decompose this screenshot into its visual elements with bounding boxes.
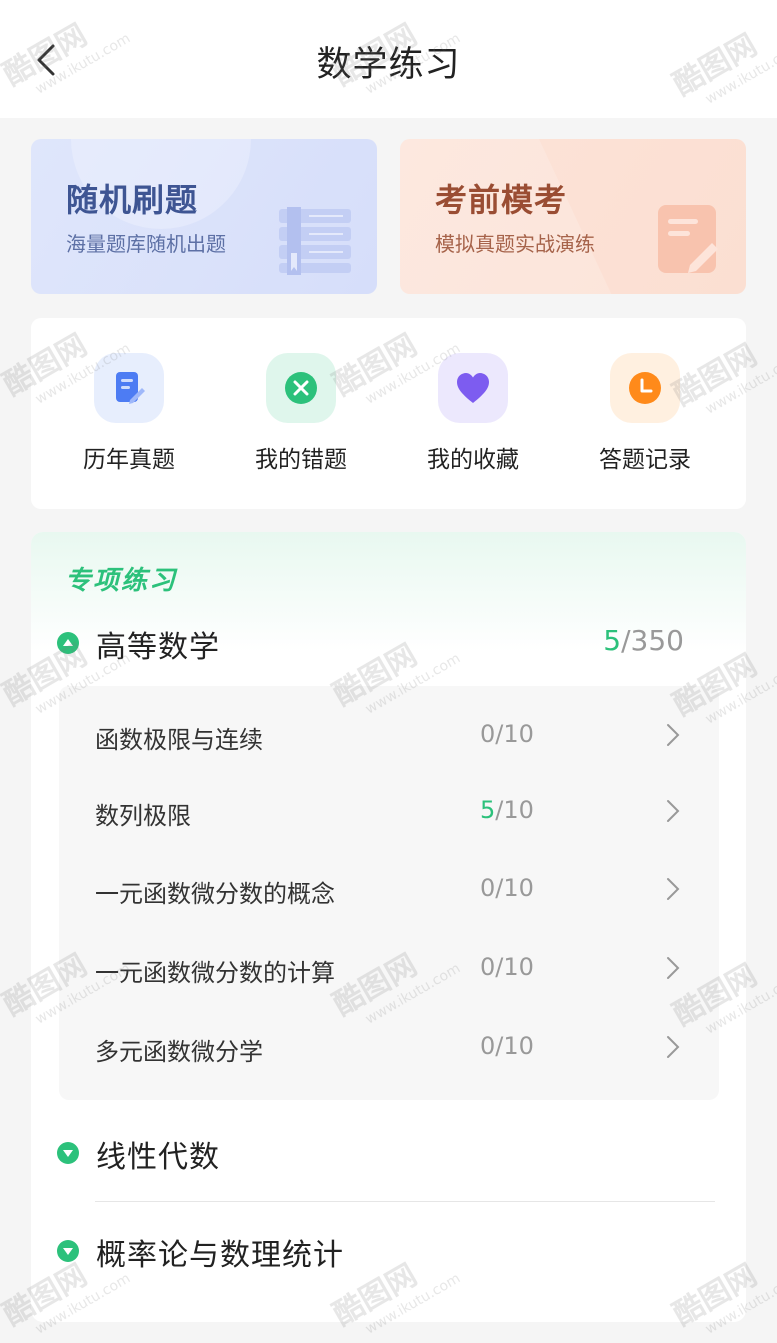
section-title: 专项练习 [65,566,178,596]
subtopic-progress: 0/10 [480,1032,534,1060]
chevron-right-icon [667,1036,680,1058]
subtopic-list: 函数极限与连续 0/10 数列极限 5/10 一元函数微分数的概念 0/10 一… [59,686,719,1100]
subtopic-name: 一元函数微分数的概念 [95,880,335,908]
subtopic-row[interactable]: 一元函数微分数的概念 0/10 [59,850,719,928]
subtopic-name: 函数极限与连续 [95,726,263,754]
nav-favorites-label: 我的收藏 [427,447,519,473]
nav-favorites[interactable]: 我的收藏 [387,318,559,509]
group-name: 高等数学 [96,630,220,665]
nav-past-exams-label: 历年真题 [83,447,175,473]
random-practice-title: 随机刷题 [66,181,199,219]
subtopic-row[interactable]: 数列极限 5/10 [59,772,719,850]
nav-wrong-questions-label: 我的错题 [255,447,347,473]
chevron-right-icon [667,957,680,979]
close-circle-icon [285,372,317,404]
subtopic-row[interactable]: 函数极限与连续 0/10 [59,696,719,774]
mock-exam-title: 考前模考 [435,181,568,219]
chevron-right-icon [667,724,680,746]
group-name: 概率论与数理统计 [96,1238,344,1273]
group-probability-statistics[interactable]: 概率论与数理统计 [31,1222,746,1282]
mock-exam-card[interactable]: 考前模考 模拟真题实战演练 [400,139,746,294]
favorites-icon-bg [438,353,508,423]
subtopic-name: 数列极限 [95,802,191,830]
subtopic-progress: 0/10 [480,874,534,902]
wrong-questions-icon-bg [266,353,336,423]
answer-history-icon-bg [610,353,680,423]
chevron-right-icon [667,800,680,822]
random-practice-card[interactable]: 随机刷题 海量题库随机出题 [31,139,377,294]
group-divider [95,1201,715,1202]
page-title: 数学练习 [316,45,461,85]
subtopic-name: 多元函数微分学 [95,1038,263,1066]
book-stack-icon [279,207,351,275]
chevron-right-icon [667,878,680,900]
subtopic-progress: 0/10 [480,953,534,981]
expand-toggle-icon [57,1142,79,1164]
mock-exam-subtitle: 模拟真题实战演练 [435,232,595,256]
group-linear-algebra[interactable]: 线性代数 [31,1124,746,1184]
group-name: 线性代数 [96,1140,220,1175]
clock-icon [629,372,661,404]
expand-toggle-icon [57,1240,79,1262]
subtopic-row[interactable]: 一元函数微分数的计算 0/10 [59,929,719,1007]
heart-icon [457,373,489,403]
nav-answer-history-label: 答题记录 [599,447,691,473]
nav-past-exams[interactable]: 历年真题 [43,318,215,509]
nav-answer-history[interactable]: 答题记录 [559,318,731,509]
subtopic-name: 一元函数微分数的计算 [95,959,335,987]
header-bar: 数学练习 [0,0,777,118]
group-progress: 5/350 [603,624,684,657]
quick-nav-panel: 历年真题 我的错题 我的收藏 答题记录 [31,318,746,509]
nav-wrong-questions[interactable]: 我的错题 [215,318,387,509]
subtopic-progress: 5/10 [480,796,534,824]
subtopic-row[interactable]: 多元函数微分学 0/10 [59,1008,719,1086]
group-advanced-math[interactable]: 高等数学 5/350 [31,614,746,674]
special-practice-panel: 专项练习 高等数学 5/350 函数极限与连续 0/10 数列极限 5/10 一… [31,532,746,1322]
document-edit-icon [116,372,145,404]
collapse-toggle-icon [57,632,79,654]
subtopic-progress: 0/10 [480,720,534,748]
past-exams-icon-bg [94,353,164,423]
random-practice-subtitle: 海量题库随机出题 [66,232,226,256]
exam-paper-icon [658,205,718,273]
